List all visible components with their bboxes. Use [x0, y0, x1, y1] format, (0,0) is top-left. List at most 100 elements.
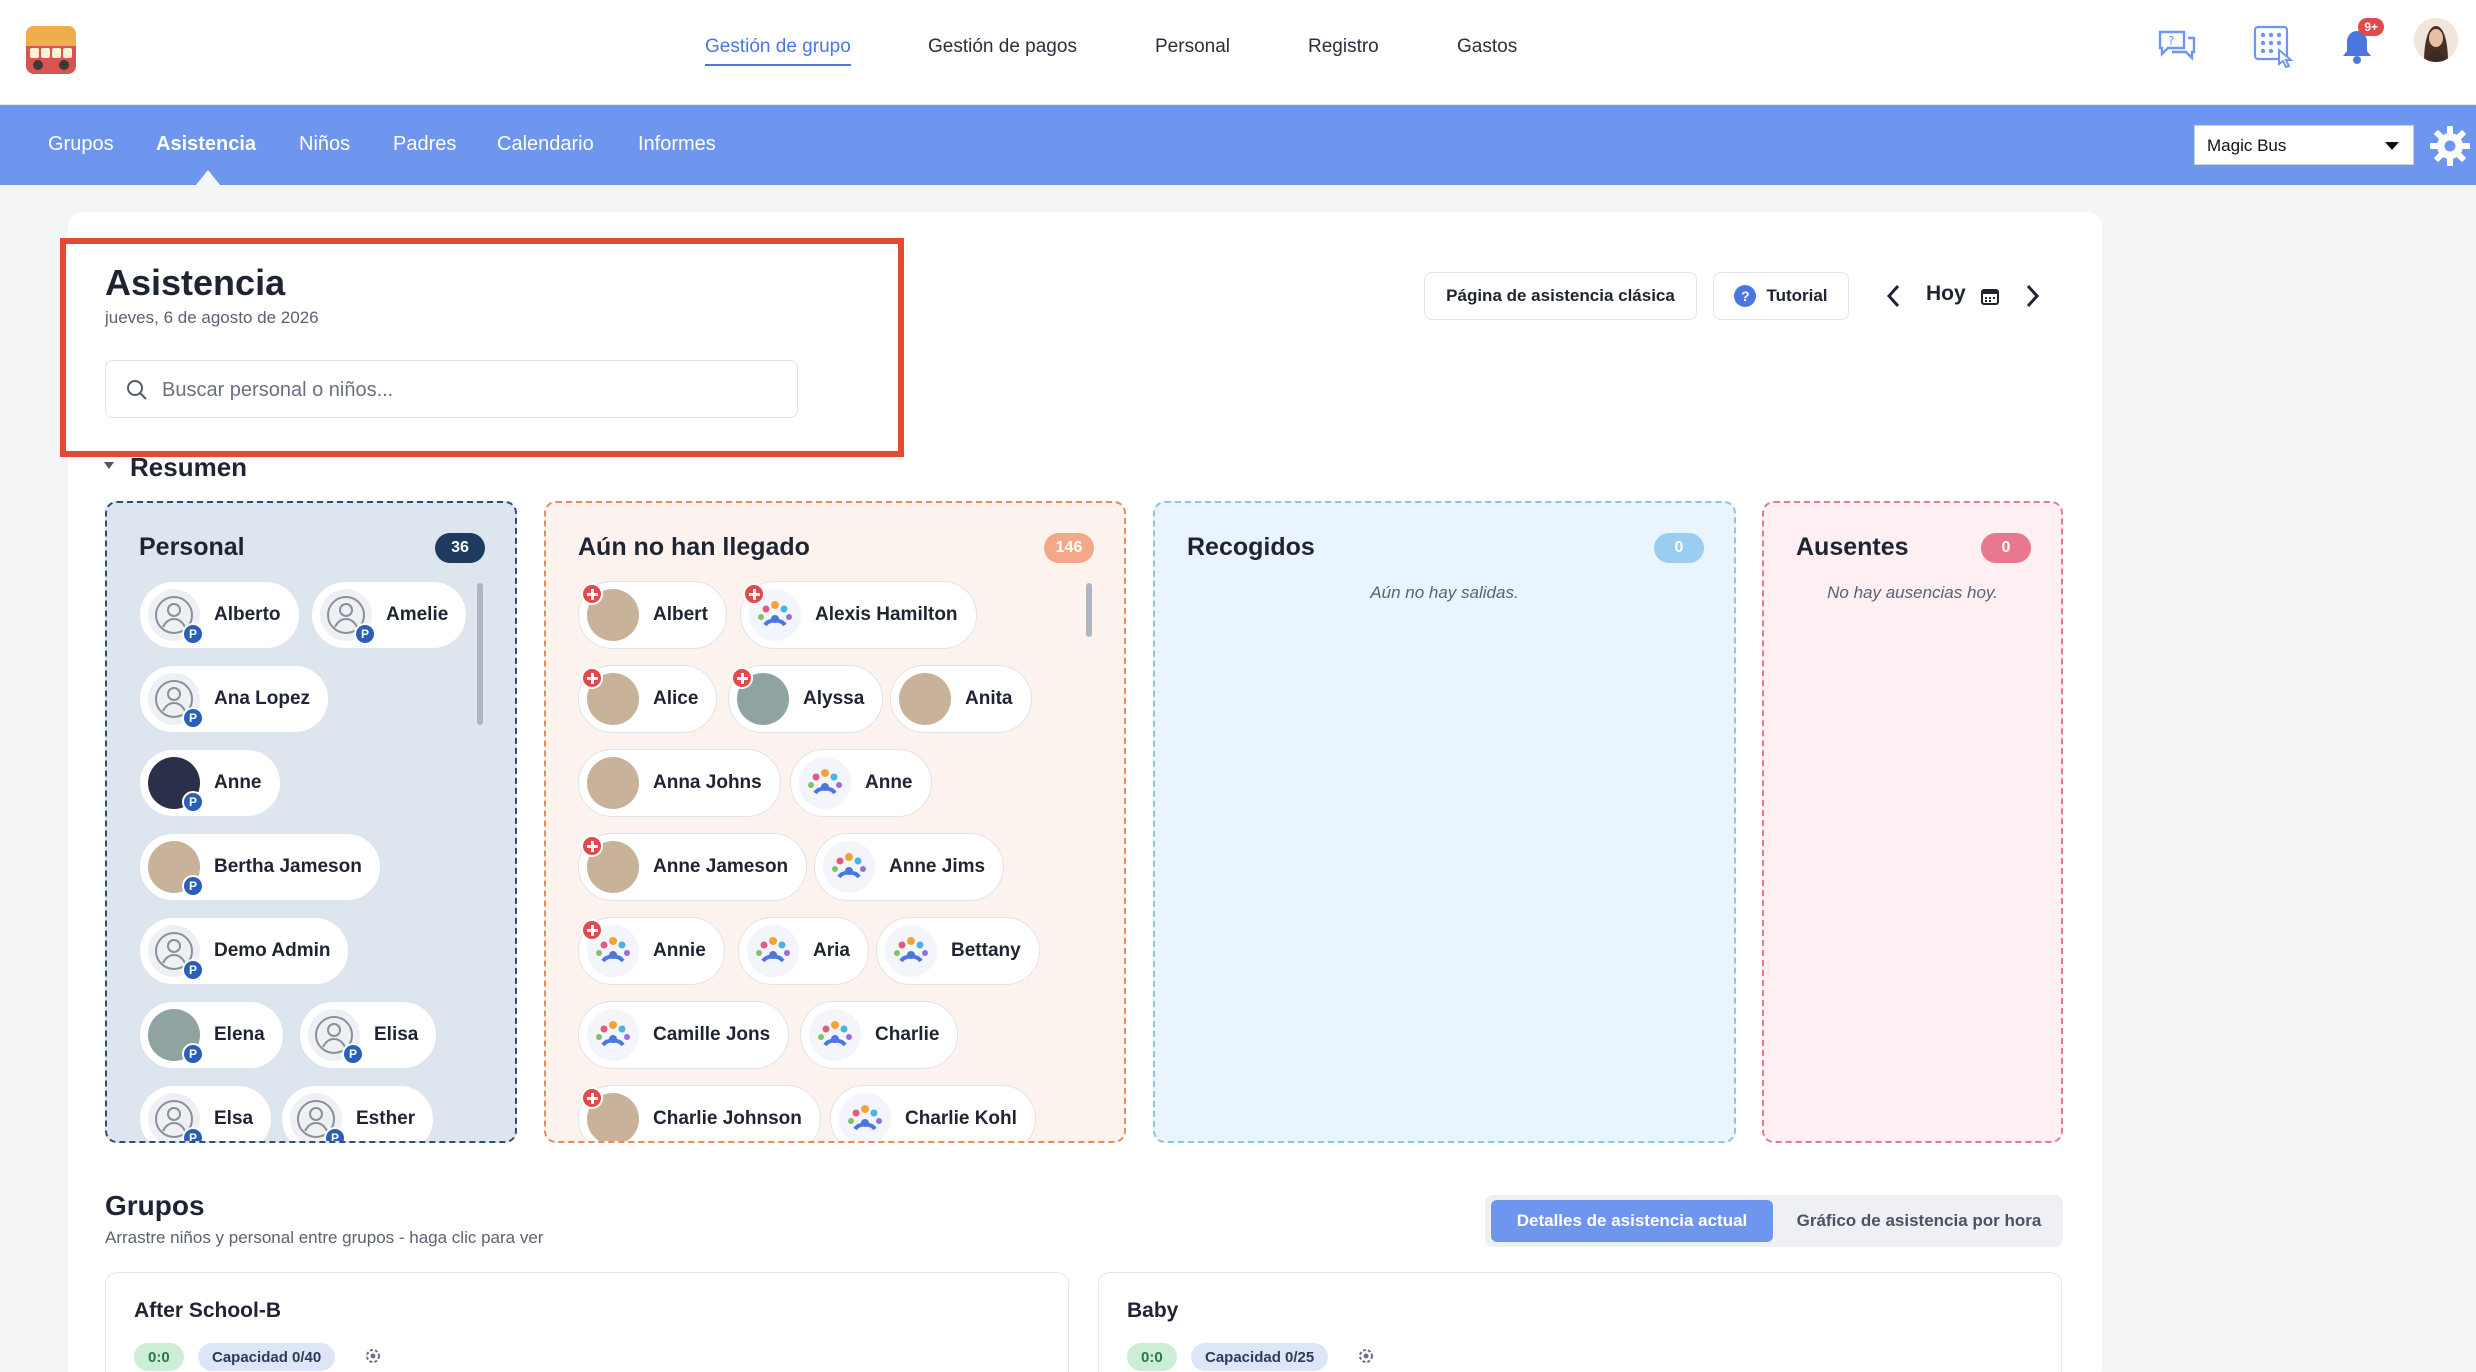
child-chip[interactable]: Alexis Hamilton — [740, 581, 977, 649]
subnav-ninos[interactable]: Niños — [299, 133, 350, 156]
staff-chip[interactable]: P Esther — [281, 1085, 435, 1141]
school-select-value: Magic Bus — [2207, 136, 2287, 155]
pending-scrollbar[interactable] — [1086, 583, 1092, 637]
keypad-checkin-icon[interactable] — [2250, 22, 2296, 72]
nav-gestion-de-grupo[interactable]: Gestión de grupo — [705, 36, 851, 66]
child-chip[interactable]: Aria — [738, 917, 869, 985]
staff-name: Esther — [356, 1108, 416, 1129]
staff-chip[interactable]: P Elsa — [139, 1085, 273, 1141]
main-nav: Gestión de grupo Gestión de pagos Person… — [0, 36, 2476, 76]
child-avatar — [799, 757, 851, 809]
staff-name: Elsa — [214, 1108, 254, 1129]
settings-gear-icon[interactable] — [2428, 124, 2472, 168]
staff-chip[interactable]: P Elisa — [299, 1001, 438, 1069]
child-chip[interactable]: Alice — [578, 665, 718, 733]
group-settings-icon[interactable] — [1357, 1347, 1375, 1370]
svg-text:?: ? — [2168, 34, 2174, 48]
group-name: After School-B — [134, 1299, 281, 1322]
group-card[interactable]: Baby 0:0 Capacidad 0/25 — [1098, 1272, 2062, 1372]
child-avatar — [581, 667, 639, 725]
child-chip[interactable]: Charlie Johnson — [578, 1085, 821, 1141]
child-name: Annie — [653, 940, 706, 961]
child-chip[interactable]: Annie — [578, 917, 725, 985]
child-chip[interactable]: Charlie Kohl — [830, 1085, 1036, 1141]
staff-role-badge: P — [182, 1127, 204, 1141]
child-chip[interactable]: Alyssa — [728, 665, 884, 733]
staff-chip[interactable]: P Elena — [139, 1001, 284, 1069]
child-chip[interactable]: Albert — [578, 581, 727, 649]
staff-role-badge: P — [182, 791, 204, 813]
absent-panel-title: Ausentes — [1796, 533, 1909, 561]
groups-subtitle: Arrastre niños y personal entre grupos -… — [105, 1228, 544, 1247]
group-settings-icon[interactable] — [364, 1347, 382, 1370]
chevron-left-icon — [1886, 284, 1900, 308]
staff-chip[interactable]: P Amelie — [311, 581, 468, 649]
staff-chip[interactable]: P Ana Lopez — [139, 665, 330, 733]
classic-attendance-label: Página de asistencia clásica — [1446, 286, 1675, 305]
child-chip[interactable]: Camille Jons — [578, 1001, 790, 1069]
staff-scrollbar[interactable] — [477, 583, 483, 725]
child-avatar — [581, 1087, 639, 1141]
current-attendance-tab[interactable]: Detalles de asistencia actual — [1491, 1200, 1773, 1242]
staff-chip[interactable]: P Alberto — [139, 581, 300, 649]
tutorial-button[interactable]: ? Tutorial — [1713, 272, 1849, 320]
medical-alert-icon — [581, 667, 603, 689]
group-card[interactable]: After School-B 0:0 Capacidad 0/40 — [105, 1272, 1069, 1372]
staff-panel-title: Personal — [139, 533, 245, 561]
child-avatar — [747, 925, 799, 977]
child-chip[interactable]: Anne Jims — [814, 833, 1005, 901]
subnav-padres[interactable]: Padres — [393, 133, 456, 156]
nav-gestion-de-pagos[interactable]: Gestión de pagos — [928, 36, 1077, 58]
staff-role-badge: P — [342, 1043, 364, 1065]
child-chip[interactable]: Anna Johns — [578, 749, 781, 817]
child-name: Camille Jons — [653, 1024, 771, 1045]
school-select[interactable]: Magic Bus — [2194, 125, 2414, 165]
subnav-grupos[interactable]: Grupos — [48, 133, 114, 156]
child-chip[interactable]: Bettany — [876, 917, 1040, 985]
child-chip[interactable]: Anne — [790, 749, 932, 817]
child-name: Anita — [965, 688, 1013, 709]
picked-up-empty-message: Aún no hay salidas. — [1370, 583, 1519, 602]
child-avatar — [587, 1009, 639, 1061]
staff-panel: Personal 36 P Alberto P Amelie P Ana Lopez P An… — [105, 501, 517, 1143]
child-avatar — [809, 1009, 861, 1061]
nav-registro[interactable]: Registro — [1308, 36, 1379, 58]
help-chat-icon[interactable]: ? — [2154, 22, 2200, 72]
staff-name: Elisa — [374, 1024, 419, 1045]
medical-alert-icon — [581, 1087, 603, 1109]
child-name: Bettany — [951, 940, 1021, 961]
staff-avatar: P — [148, 925, 204, 981]
today-button[interactable]: Hoy — [1926, 282, 1966, 306]
hourly-chart-tab[interactable]: Gráfico de asistencia por hora — [1781, 1200, 2057, 1242]
child-avatar — [731, 667, 789, 725]
child-chip[interactable]: Anita — [890, 665, 1032, 733]
next-day-button[interactable] — [2022, 276, 2042, 316]
staff-chip[interactable]: P Demo Admin — [139, 917, 350, 985]
notifications-bell-icon[interactable]: 9+ — [2334, 18, 2384, 72]
nav-gastos[interactable]: Gastos — [1457, 36, 1517, 58]
subnav-calendario[interactable]: Calendario — [497, 133, 594, 156]
pending-panel: Aún no han llegado 146 Albert Alexis Hami… — [544, 501, 1126, 1143]
child-chip[interactable]: Charlie — [800, 1001, 959, 1069]
staff-chip[interactable]: P Anne — [139, 749, 281, 817]
staff-role-badge: P — [182, 1043, 204, 1065]
child-name: Charlie Kohl — [905, 1108, 1017, 1129]
subnav-asistencia[interactable]: Asistencia — [156, 133, 256, 156]
prev-day-button[interactable] — [1884, 276, 1904, 316]
staff-chip[interactable]: P Bertha Jameson — [139, 833, 381, 901]
picked-up-count-badge: 0 — [1654, 533, 1704, 563]
nav-personal[interactable]: Personal — [1155, 36, 1230, 58]
classic-attendance-button[interactable]: Página de asistencia clásica — [1424, 272, 1697, 320]
collapse-caret-icon[interactable] — [104, 462, 114, 469]
child-name: Charlie Johnson — [653, 1108, 802, 1129]
staff-name: Anne — [214, 772, 262, 793]
staff-avatar: P — [290, 1093, 346, 1141]
user-avatar[interactable] — [2414, 18, 2458, 62]
child-chip[interactable]: Anne Jameson — [578, 833, 808, 901]
staff-name: Bertha Jameson — [214, 856, 362, 877]
calendar-icon[interactable] — [1980, 276, 2000, 316]
notification-count-badge: 9+ — [2358, 18, 2384, 36]
resumen-toggle[interactable]: Resumen — [130, 452, 247, 483]
child-name: Alexis Hamilton — [815, 604, 958, 625]
subnav-informes[interactable]: Informes — [638, 133, 716, 156]
